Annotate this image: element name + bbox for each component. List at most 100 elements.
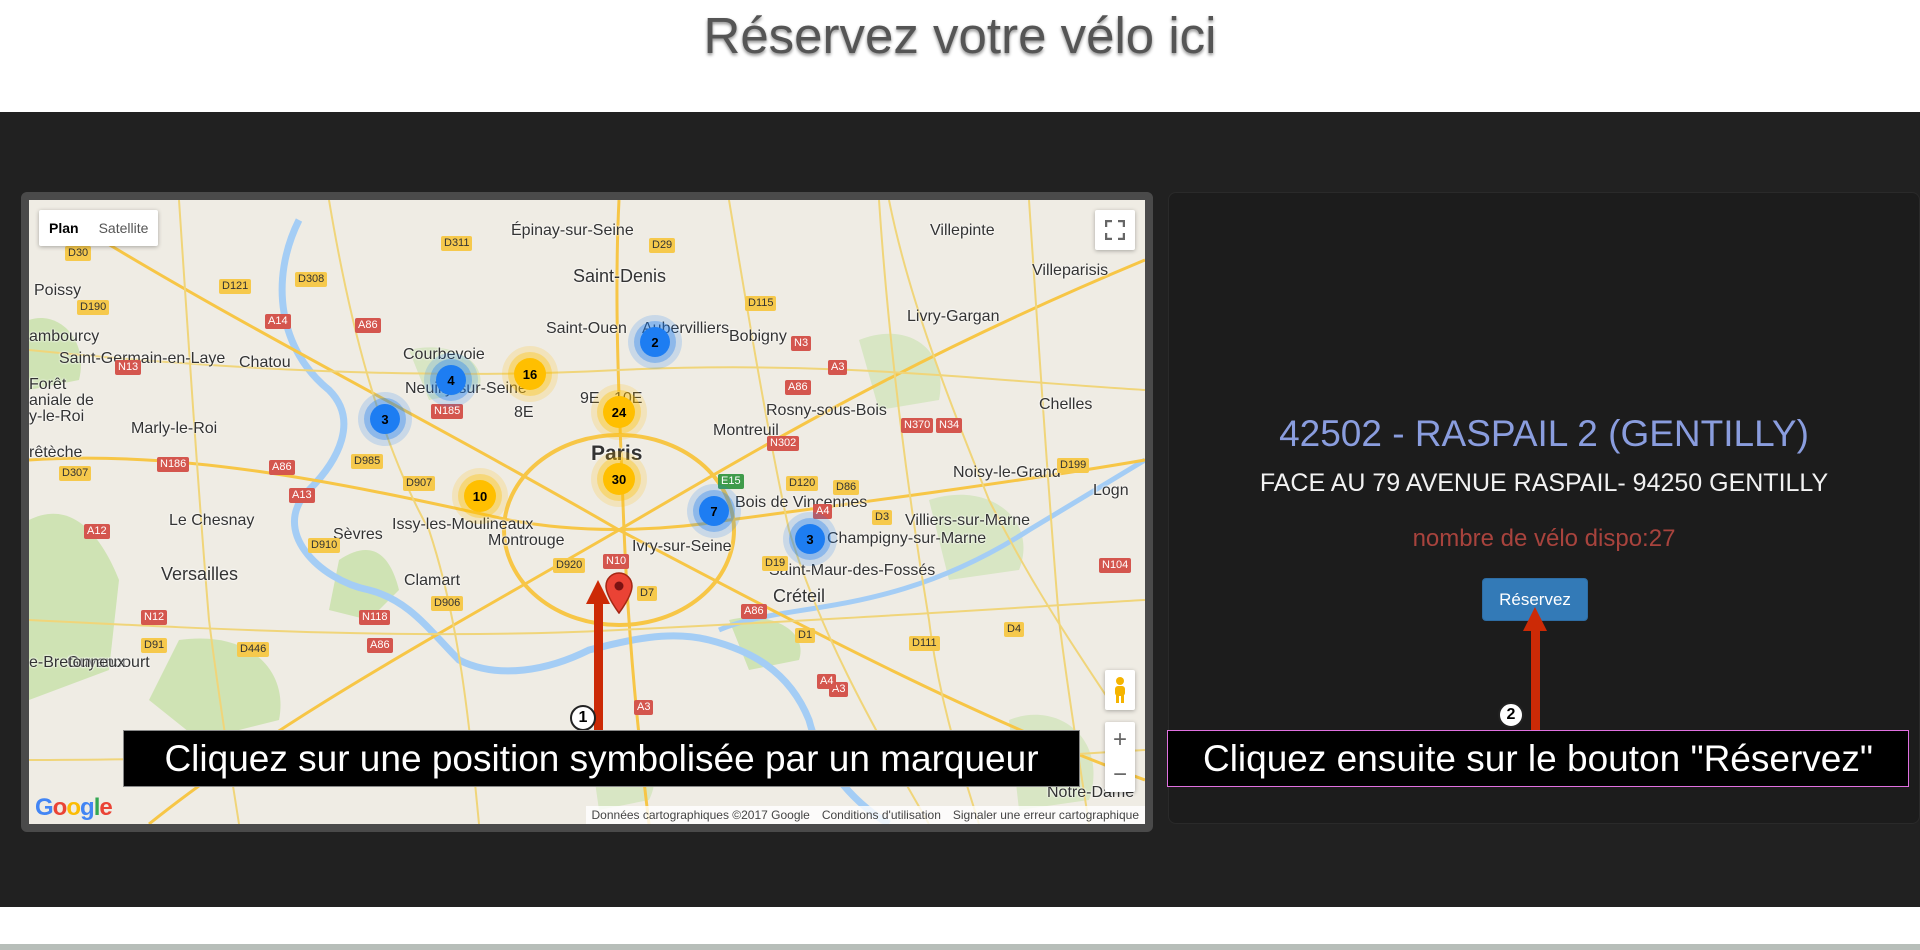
route-shield: D4 (1004, 622, 1025, 637)
route-shield: D121 (219, 279, 252, 294)
route-shield: N13 (115, 360, 142, 375)
marker-cluster[interactable]: 2 (640, 327, 670, 357)
route-shield: A86 (785, 380, 811, 395)
route-shield: N10 (603, 554, 630, 569)
place-label: Rosny-sous-Bois (766, 402, 887, 419)
route-shield: D199 (1057, 458, 1090, 473)
place-label: Créteil (773, 586, 826, 606)
route-shield: D19 (762, 556, 789, 571)
marker-cluster[interactable]: 4 (436, 365, 466, 395)
place-label: Villeparisis (1032, 262, 1109, 279)
map-type-plan-button[interactable]: Plan (39, 210, 89, 246)
route-shield: A4 (817, 674, 837, 689)
place-label: Poissy (34, 282, 82, 299)
route-shield: N185 (431, 404, 464, 419)
route-shield: D920 (553, 558, 586, 573)
place-label: e-Bretonneux (29, 654, 126, 671)
fullscreen-button[interactable] (1095, 210, 1135, 250)
route-shield: D311 (441, 236, 473, 251)
place-label: Le Chesnay (169, 512, 255, 529)
route-shield: N3 (791, 336, 812, 351)
place-label: Livry-Gargan (907, 308, 1000, 325)
place-label: Saint-Ouen (546, 320, 627, 337)
step-2-badge: 2 (1498, 702, 1524, 728)
pegman-icon (1115, 677, 1125, 703)
route-shield: D907 (403, 476, 436, 491)
place-label: Clamart (404, 572, 461, 589)
route-shield: D29 (649, 238, 676, 253)
google-logo: Google (35, 794, 113, 821)
place-label: Noisy-le-Grand (953, 464, 1061, 481)
route-shield: A14 (265, 314, 291, 329)
route-shield: D3 (872, 510, 893, 525)
place-label: Saint-Maur-des-Fossés (769, 562, 936, 579)
route-shield: N186 (157, 457, 190, 472)
station-address: FACE AU 79 AVENUE RASPAIL- 94250 GENTILL… (1259, 469, 1829, 497)
place-label: rêtèche (29, 444, 83, 461)
route-shield: D307 (59, 466, 92, 481)
place-label: Ivry-sur-Seine (632, 538, 732, 555)
route-shield: D446 (237, 642, 270, 657)
marker-cluster[interactable]: 3 (370, 404, 400, 434)
route-shield: D91 (141, 638, 168, 653)
map-data-credit: Données cartographiques ©2017 Google (591, 808, 810, 822)
station-name: 42502 - RASPAIL 2 (GENTILLY) (1279, 413, 1809, 454)
route-shield: A3 (634, 700, 654, 715)
map-type-satellite-button[interactable]: Satellite (89, 210, 159, 246)
street-view-pegman[interactable] (1105, 670, 1135, 710)
place-label: Neuilly-sur-Seine (405, 380, 527, 397)
route-shield: D906 (431, 596, 464, 611)
instruction-callout-1: Cliquez sur une position symbolisée par … (123, 730, 1080, 787)
zoom-out-button[interactable]: − (1105, 757, 1135, 792)
route-shield: D7 (637, 586, 658, 601)
marker-cluster[interactable]: 10 (464, 480, 496, 512)
place-label: Villiers-sur-Marne (905, 512, 1031, 529)
route-shield: D910 (308, 538, 341, 553)
terms-link[interactable]: Conditions d'utilisation (822, 808, 941, 822)
route-shield: D120 (786, 476, 819, 491)
route-shield: E15 (718, 474, 744, 489)
route-shield: A86 (367, 638, 393, 653)
zoom-in-button[interactable]: + (1105, 722, 1135, 757)
route-shield: D985 (351, 454, 384, 469)
place-label: Courbevoie (403, 346, 485, 363)
route-shield: D1 (795, 628, 816, 643)
place-label: Chatou (239, 354, 291, 371)
annotation-arrow-2 (1523, 607, 1547, 730)
route-shield: A13 (289, 488, 315, 503)
map-type-control: Plan Satellite (39, 210, 159, 246)
zoom-control: + − (1105, 722, 1135, 792)
route-shield: D190 (77, 300, 110, 315)
marker-cluster[interactable]: 24 (603, 396, 635, 428)
route-shield: A12 (84, 524, 110, 539)
marker-cluster[interactable]: 7 (699, 496, 729, 526)
place-label: Logn (1093, 482, 1129, 499)
place-label: Chelles (1039, 396, 1093, 413)
place-label: Saint-Germain-en-Laye (59, 350, 226, 367)
place-label: 8E (514, 404, 534, 421)
route-shield: D86 (833, 480, 860, 495)
marker-cluster[interactable]: 30 (603, 463, 635, 495)
place-label: Sèvres (333, 526, 383, 543)
place-label: Marly-le-Roi (131, 420, 218, 437)
instruction-callout-2: Cliquez ensuite sur le bouton "Réservez" (1167, 730, 1909, 787)
route-shield: N118 (359, 610, 391, 625)
route-shield: D30 (65, 246, 92, 261)
marker-cluster[interactable]: 3 (795, 524, 825, 554)
place-label: Épinay-sur-Seine (511, 222, 634, 239)
route-shield: A86 (355, 318, 381, 333)
page-title: Réservez votre vélo ici (703, 7, 1217, 64)
marker-cluster[interactable]: 16 (514, 358, 546, 390)
place-label: ambourcy (29, 328, 100, 345)
route-shield: D111 (909, 636, 940, 651)
map-attribution-bar: Données cartographiques ©2017 Google Con… (585, 806, 1145, 824)
route-shield: N12 (141, 610, 168, 625)
annotation-arrow-1 (586, 580, 610, 730)
route-shield: N302 (767, 436, 800, 451)
place-label: Bois de Vincennes (735, 494, 868, 511)
place-label: Champigny-sur-Marne (827, 530, 987, 547)
report-error-link[interactable]: Signaler une erreur cartographique (953, 808, 1139, 822)
place-label: Montrouge (488, 532, 565, 549)
route-shield: N370 (901, 418, 934, 433)
route-shield: N34 (936, 418, 963, 433)
